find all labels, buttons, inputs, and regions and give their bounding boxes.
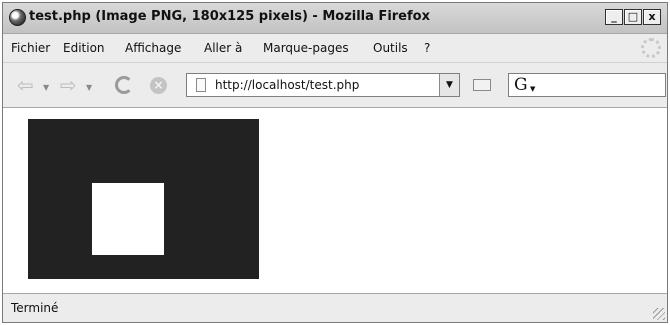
address-text[interactable]: http://localhost/test.php (215, 78, 359, 92)
back-arrow-icon[interactable]: ⇦ (17, 73, 34, 97)
go-icon[interactable] (473, 79, 491, 91)
throbber-icon (641, 38, 661, 58)
menu-outils[interactable]: Outils (373, 41, 408, 55)
page-icon (196, 78, 206, 92)
forward-dropdown-icon[interactable]: ▼ (86, 83, 92, 92)
status-text: Terminé (11, 301, 59, 315)
firefox-logo-icon[interactable] (9, 9, 26, 26)
stop-icon[interactable]: × (150, 77, 167, 94)
window-title: test.php (Image PNG, 180x125 pixels) - M… (29, 9, 430, 24)
menu-aller-a[interactable]: Aller à (204, 41, 242, 55)
reload-icon[interactable] (115, 76, 133, 94)
menu-fichier[interactable]: Fichier (11, 41, 50, 55)
menu-help[interactable]: ? (424, 41, 430, 55)
menu-affichage[interactable]: Affichage (125, 41, 181, 55)
search-bar[interactable]: G ▼ (508, 73, 666, 97)
back-dropdown-icon[interactable]: ▼ (43, 83, 49, 92)
resize-grip-icon[interactable] (653, 308, 665, 320)
menu-edition[interactable]: Edition (63, 41, 105, 55)
browser-window: test.php (Image PNG, 180x125 pixels) - M… (2, 2, 668, 323)
menu-marque-pages[interactable]: Marque-pages (263, 41, 349, 55)
title-bar[interactable]: test.php (Image PNG, 180x125 pixels) - M… (3, 3, 667, 34)
address-dropdown-icon[interactable]: ▼ (439, 74, 459, 96)
address-bar[interactable]: http://localhost/test.php ▼ (186, 73, 460, 97)
page-content (3, 108, 667, 295)
maximize-button[interactable]: □ (624, 9, 642, 25)
navigation-toolbar: ⇦ ▼ ⇨ ▼ × http://localhost/test.php ▼ G … (3, 63, 667, 108)
forward-arrow-icon[interactable]: ⇨ (60, 73, 77, 97)
minimize-button[interactable]: _ (605, 9, 623, 25)
status-bar: Terminé (3, 293, 667, 322)
menu-bar: Fichier Edition Affichage Aller à Marque… (3, 34, 667, 63)
search-engine-icon[interactable]: G (514, 75, 528, 95)
displayed-png-image (28, 119, 259, 279)
search-engine-dropdown-icon[interactable]: ▼ (530, 85, 535, 93)
close-button[interactable]: x (643, 9, 661, 25)
window-controls: _ □ x (605, 9, 661, 25)
image-white-square (92, 183, 164, 255)
